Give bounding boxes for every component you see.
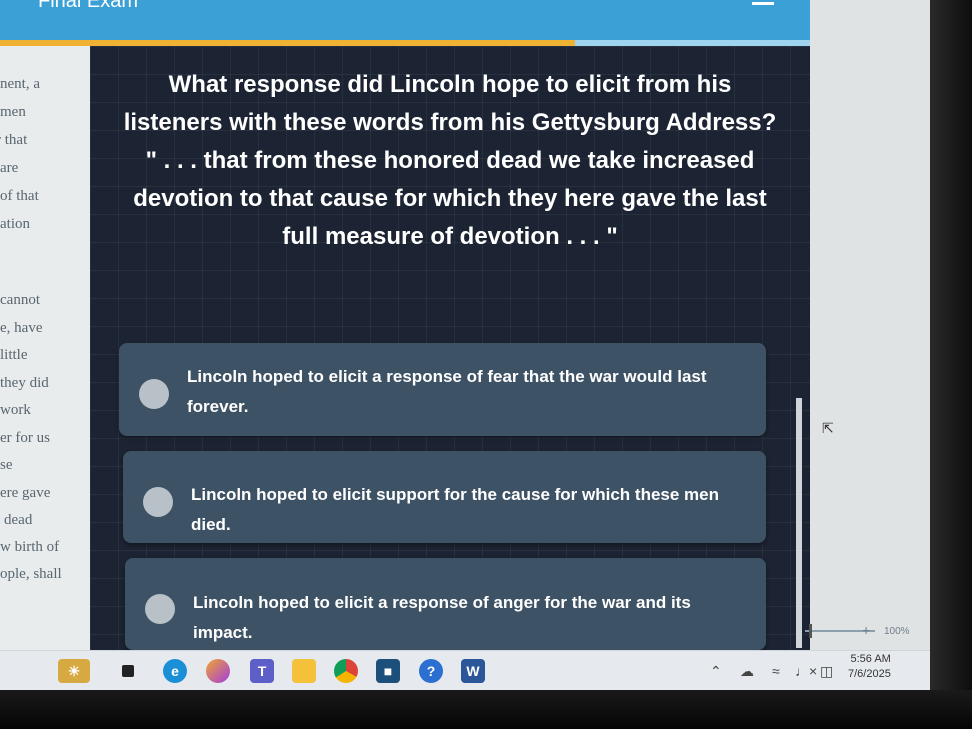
zoom-in-icon[interactable]: +: [862, 622, 870, 638]
option-c-text: Lincoln hoped to elicit a response of an…: [193, 593, 691, 642]
passage-line: little: [0, 347, 28, 363]
question-line: What response did Lincoln hope to elicit…: [168, 71, 732, 98]
teams-icon[interactable]: T: [250, 659, 274, 683]
file-explorer-icon[interactable]: [292, 659, 316, 683]
app-header: Final Exam: [0, 0, 810, 42]
clock-time: 5:56 AM: [850, 653, 891, 665]
minimize-icon[interactable]: [752, 2, 774, 5]
chevron-up-icon[interactable]: ⌃: [710, 663, 722, 680]
mouse-cursor-icon: ⇱: [822, 420, 834, 436]
passage-line: se: [0, 457, 13, 473]
passage-line: nent, a: [0, 76, 40, 92]
zoom-slider-thumb[interactable]: [809, 624, 812, 638]
question-line: full measure of devotion . . . ": [282, 223, 618, 250]
passage-line: ere gave: [0, 485, 51, 501]
passage-line: er for us: [0, 430, 50, 446]
scrollbar[interactable]: [796, 398, 802, 648]
copilot-icon[interactable]: [206, 659, 230, 683]
battery-icon[interactable]: ◫: [820, 663, 833, 680]
answer-option-b[interactable]: Lincoln hoped to elicit support for the …: [123, 451, 766, 543]
clock-date: 7/6/2025: [848, 668, 891, 680]
cloud-icon[interactable]: ☁: [740, 663, 754, 680]
passage-line: ation: [0, 216, 30, 232]
store-icon[interactable]: ■: [376, 659, 400, 683]
passage-line: e, have: [0, 320, 43, 336]
taskview-icon[interactable]: [122, 665, 134, 677]
passage-line: men: [0, 104, 26, 120]
weather-icon[interactable]: ☀: [58, 659, 90, 683]
taskbar: ☀ e T ■ ? W ⌃ ☁ ≈ ♩× ◫: [0, 650, 930, 690]
screen: Final Exam nent, a men r that are of tha…: [0, 0, 930, 690]
monitor-bezel-right: [930, 0, 972, 729]
edge-icon[interactable]: e: [163, 659, 187, 683]
passage-line: cannot: [0, 292, 40, 308]
option-a-line: forever.: [187, 397, 249, 416]
zoom-level: 100%: [884, 626, 910, 637]
monitor-bezel-bottom: [0, 690, 972, 729]
question-line: " . . . that from these honored dead we …: [145, 147, 755, 174]
question-line: listeners with these words from his Gett…: [123, 109, 777, 136]
option-a-line: Lincoln hoped to elicit a response of fe…: [187, 367, 707, 386]
passage-line: w birth of: [0, 539, 60, 555]
taskbar-clock[interactable]: 5:56 AM 7/6/2025: [848, 652, 891, 682]
question-text: What response did Lincoln hope to elicit…: [120, 66, 780, 256]
radio-button-c[interactable]: [145, 594, 175, 624]
question-line: devotion to that cause for which they he…: [133, 185, 767, 212]
radio-button-b[interactable]: [143, 487, 173, 517]
answer-option-c[interactable]: Lincoln hoped to elicit a response of an…: [125, 558, 766, 650]
passage-line: dead: [4, 512, 33, 528]
passage-line: they did: [0, 375, 49, 391]
volume-muted-icon[interactable]: ♩×: [795, 663, 817, 679]
chrome-icon[interactable]: [334, 659, 358, 683]
passage-line: ople, shall: [0, 566, 62, 582]
passage-line: are: [0, 160, 19, 176]
option-a-text: Lincoln hoped to elicit a response of fe…: [187, 362, 747, 422]
option-b-text: Lincoln hoped to elicit support for the …: [191, 485, 719, 534]
answer-option-a[interactable]: Lincoln hoped to elicit a response of fe…: [119, 343, 766, 436]
passage-line: work: [0, 402, 31, 418]
word-icon[interactable]: W: [461, 659, 485, 683]
app-title: Final Exam: [38, 0, 139, 12]
wifi-icon[interactable]: ≈: [772, 663, 780, 679]
help-icon[interactable]: ?: [419, 659, 443, 683]
radio-button-a[interactable]: [139, 379, 169, 409]
passage-line: of that: [0, 188, 39, 204]
passage-line: r that: [0, 132, 28, 148]
